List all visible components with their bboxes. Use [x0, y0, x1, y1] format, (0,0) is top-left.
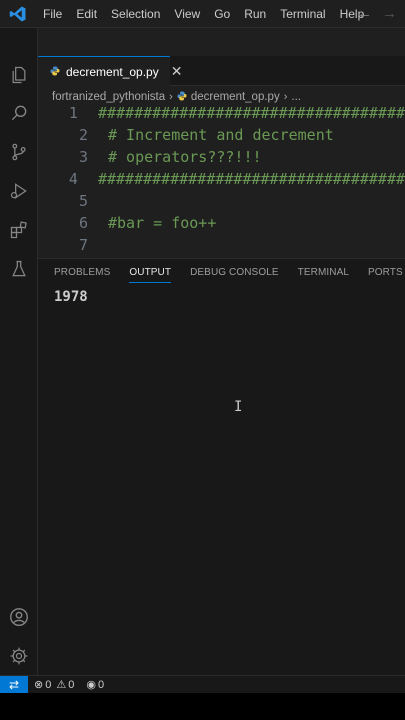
- code-line: 4 ##################################: [38, 168, 405, 190]
- tab-output[interactable]: OUTPUT: [129, 267, 172, 283]
- tab-ports[interactable]: PORTS: [368, 267, 403, 283]
- tab-label: decrement_op.py: [66, 64, 159, 79]
- bottom-panel: PROBLEMS OUTPUT DEBUG CONSOLE TERMINAL P…: [38, 258, 405, 675]
- warning-icon: ⚠: [56, 679, 67, 691]
- forward-arrow-icon[interactable]: →: [382, 5, 397, 22]
- testing-icon[interactable]: [0, 250, 38, 288]
- ports-status[interactable]: ◉ 0: [86, 678, 105, 692]
- line-number: 3: [78, 148, 88, 166]
- broadcast-icon: ◉: [86, 679, 96, 691]
- extensions-icon[interactable]: [0, 211, 38, 249]
- run-debug-icon[interactable]: [0, 172, 38, 210]
- code-text: # operators???!!!: [108, 148, 262, 166]
- code-line: 6 #bar = foo++: [38, 212, 405, 234]
- code-text: ##################################: [97, 104, 405, 122]
- ports-count: 0: [97, 678, 105, 691]
- menu-edit[interactable]: Edit: [69, 7, 104, 21]
- menu-terminal[interactable]: Terminal: [273, 7, 332, 21]
- back-arrow-icon[interactable]: ←: [357, 5, 372, 22]
- menu-go[interactable]: Go: [207, 7, 237, 21]
- settings-gear-icon[interactable]: [0, 637, 38, 675]
- code-text: # Increment and decrement: [108, 126, 334, 144]
- explorer-icon[interactable]: [0, 56, 38, 94]
- status-bar: ⇄ ⊗ 0 ⚠ 0 ◉ 0: [0, 675, 405, 694]
- title-bar: File Edit Selection View Go Run Terminal…: [0, 0, 405, 28]
- problems-status[interactable]: ⊗ 0 ⚠ 0: [34, 678, 75, 692]
- code-line: 2 # Increment and decrement: [38, 124, 405, 146]
- code-line: 5: [38, 190, 405, 212]
- tab-debug-console[interactable]: DEBUG CONSOLE: [190, 267, 279, 283]
- python-file-icon: [50, 65, 60, 79]
- code-line: 7: [38, 234, 405, 256]
- menu-run[interactable]: Run: [237, 7, 273, 21]
- line-number: 4: [68, 170, 78, 188]
- source-control-icon[interactable]: [0, 133, 38, 171]
- warning-count: 0: [68, 678, 75, 691]
- code-line: 1 ##################################: [38, 102, 405, 124]
- text-cursor-icon: I: [234, 399, 243, 415]
- code-text: ##################################: [97, 170, 405, 188]
- output-text: 1978: [54, 289, 88, 305]
- line-number: 1: [68, 104, 78, 122]
- line-number: 6: [78, 214, 88, 232]
- tab-decrement-op[interactable]: decrement_op.py ✕: [38, 56, 182, 86]
- account-icon[interactable]: [0, 598, 38, 636]
- navigation-arrows: ← →: [357, 5, 397, 22]
- vscode-logo-icon: [0, 5, 36, 23]
- bottom-strip: [0, 693, 405, 720]
- close-icon[interactable]: ✕: [171, 63, 183, 80]
- editor-tab-bar: decrement_op.py ✕: [38, 56, 405, 86]
- activity-bar: [0, 28, 38, 675]
- tab-terminal[interactable]: TERMINAL: [298, 267, 349, 283]
- search-icon[interactable]: [0, 94, 38, 132]
- menu-bar: File Edit Selection View Go Run Terminal…: [36, 7, 371, 21]
- panel-tabs: PROBLEMS OUTPUT DEBUG CONSOLE TERMINAL P…: [54, 267, 403, 283]
- error-count: 0: [45, 678, 52, 691]
- code-text: #bar = foo++: [108, 214, 217, 232]
- remote-window-icon[interactable]: ⇄: [0, 675, 28, 694]
- line-number: 5: [78, 192, 88, 210]
- tab-problems[interactable]: PROBLEMS: [54, 267, 110, 283]
- menu-view[interactable]: View: [167, 7, 207, 21]
- menu-file[interactable]: File: [36, 7, 69, 21]
- code-line: 3 # operators???!!!: [38, 146, 405, 168]
- menu-selection[interactable]: Selection: [104, 7, 167, 21]
- error-icon: ⊗: [34, 679, 44, 691]
- line-number: 2: [78, 126, 88, 144]
- code-editor[interactable]: 1 ################################## 2 #…: [38, 102, 405, 256]
- line-number: 7: [78, 236, 88, 254]
